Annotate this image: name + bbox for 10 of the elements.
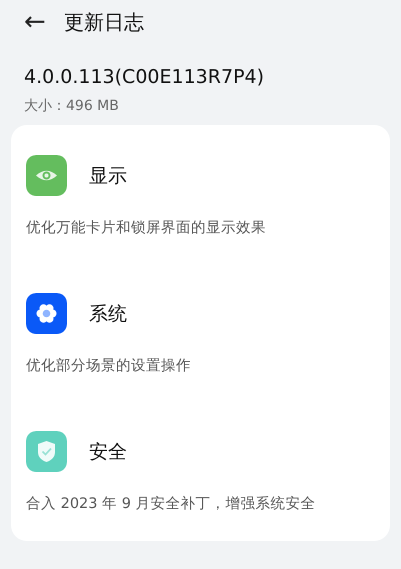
section-description: 优化部分场景的设置操作 xyxy=(26,356,192,375)
update-size: 大小：496 MB xyxy=(24,97,120,115)
page-title: 更新日志 xyxy=(64,8,144,36)
back-button[interactable]: ← xyxy=(24,9,46,35)
section-title: 显示 xyxy=(89,164,127,188)
section-title: 系统 xyxy=(89,302,127,326)
version-number: 4.0.0.113(C00E113R7P4) xyxy=(24,66,266,88)
section-description: 优化万能卡片和锁屏界面的显示效果 xyxy=(26,219,267,237)
section-title: 安全 xyxy=(89,440,127,464)
section-description: 合入 2023 年 9 月安全补丁，增强系统安全 xyxy=(26,494,317,513)
